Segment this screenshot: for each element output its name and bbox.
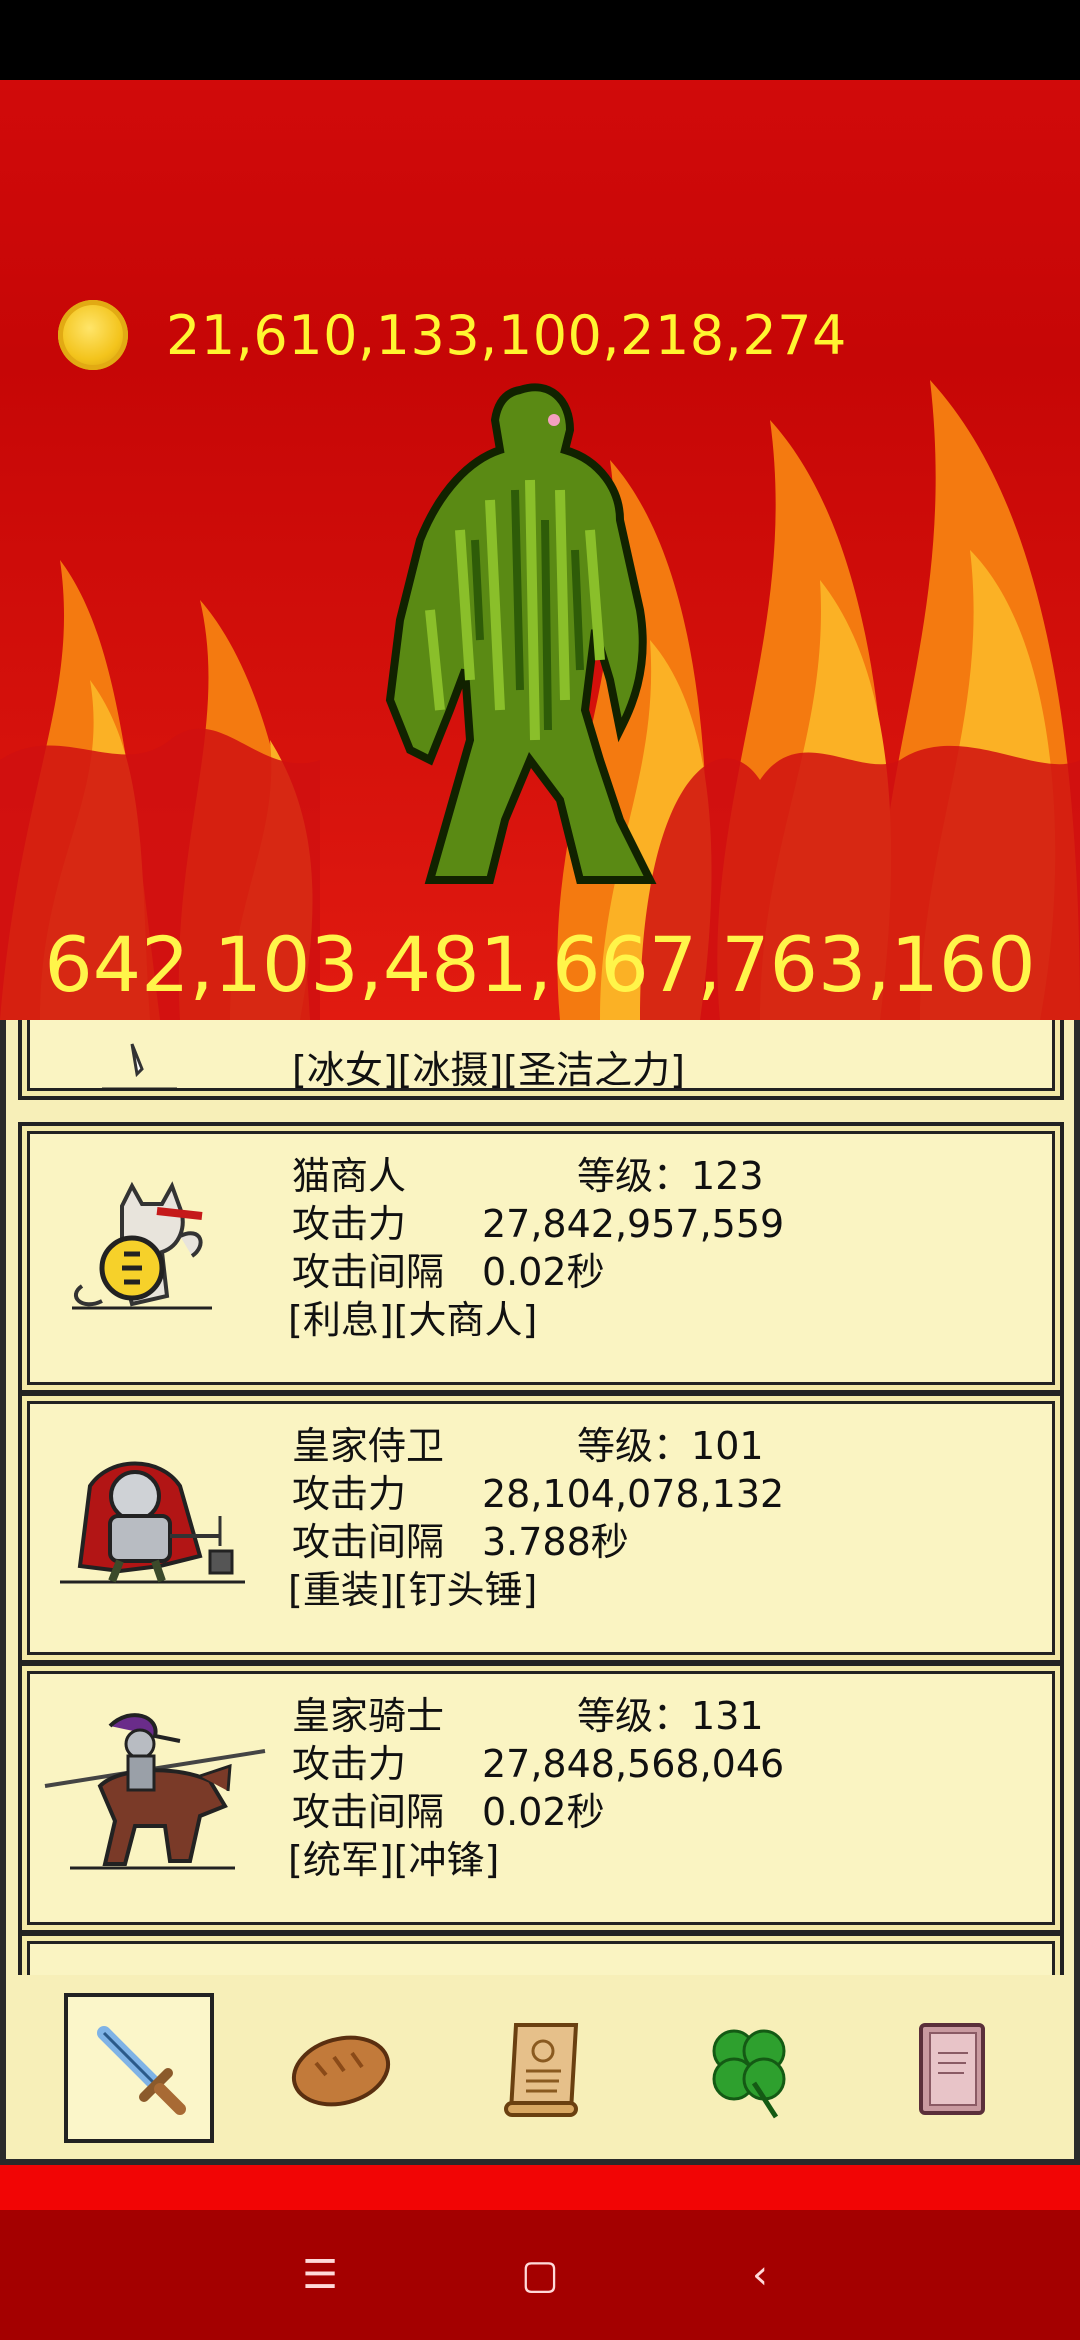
bread-icon xyxy=(291,2035,391,2107)
system-nav-bar: ☰ ▢ ‹ xyxy=(0,2210,1080,2340)
hero-traits: [利息][大商人] xyxy=(288,1298,538,1342)
hero-level-label: 等级： xyxy=(577,1694,692,1738)
clover-icon xyxy=(712,2029,786,2119)
interval-value: 3.788秒 xyxy=(482,1520,629,1564)
hero-stats: 猫商人 等级： 123 攻击力 27,842,957,559 攻击间隔 0.02秒 [利… xyxy=(288,1152,785,1344)
home-button[interactable]: ▢ xyxy=(430,2210,650,2340)
hero-name: 皇家侍卫 xyxy=(292,1424,445,1468)
tab-book[interactable] xyxy=(876,1993,1026,2143)
hero-level-label: 等级： xyxy=(577,1424,692,1468)
menu-button[interactable]: ☰ xyxy=(210,2210,430,2340)
tab-luck[interactable] xyxy=(674,1993,824,2143)
attack-label: 攻击力 xyxy=(292,1742,407,1786)
hero-stats: 皇家侍卫 等级： 101 攻击力 28,104,078,132 攻击间隔 3.788秒 … xyxy=(288,1422,785,1614)
book-icon xyxy=(919,2023,985,2115)
tab-food[interactable] xyxy=(266,1993,416,2143)
gold-counter: 21,610,133,100,218,274 xyxy=(58,295,847,375)
tab-heroes[interactable] xyxy=(64,1993,214,2143)
hero-card-partial[interactable] xyxy=(18,1932,1064,1975)
hero-level-label: 等级： xyxy=(577,1154,692,1198)
gold-amount: 21,610,133,100,218,274 xyxy=(166,303,847,367)
sword-icon xyxy=(97,2026,186,2115)
attack-label: 攻击力 xyxy=(292,1472,407,1516)
royal-knight-icon xyxy=(44,1713,266,1870)
cat-merchant-icon xyxy=(72,1181,212,1310)
hero-card-partial[interactable]: [冰女][冰摄][圣洁之力] xyxy=(18,1020,1064,1100)
battle-area[interactable]: 21,610,133,100,218,274 642,103,481,667,7… xyxy=(0,80,1080,1020)
hero-list[interactable]: [冰女][冰摄][圣洁之力] 猫商人 等级： 123 攻击力 27,842,957,5… xyxy=(0,1020,1080,1975)
status-bar xyxy=(0,0,1080,80)
royal-guard-icon xyxy=(60,1461,245,1584)
interval-label: 攻击间隔 xyxy=(292,1250,445,1294)
attack-label: 攻击力 xyxy=(292,1202,407,1246)
hero-level: 101 xyxy=(691,1424,764,1468)
interval-label: 攻击间隔 xyxy=(292,1790,445,1834)
hero-traits: [冰女][冰摄][圣洁之力] xyxy=(292,1048,685,1092)
hero-traits: [统军][冲锋] xyxy=(288,1838,500,1882)
hero-name: 猫商人 xyxy=(292,1154,407,1198)
hero-level: 131 xyxy=(691,1694,764,1738)
hero-traits: [重装][钉头锤] xyxy=(288,1568,538,1612)
attack-value: 28,104,078,132 xyxy=(482,1472,785,1516)
hero-card[interactable]: 皇家侍卫 等级： 101 攻击力 28,104,078,132 攻击间隔 3.788秒 … xyxy=(18,1392,1064,1664)
bottom-red-strip xyxy=(0,2165,1080,2210)
hero-card[interactable]: 皇家骑士 等级： 131 攻击力 27,848,568,046 攻击间隔 0.02秒 [… xyxy=(18,1662,1064,1934)
ice-woman-icon xyxy=(102,1043,177,1091)
monster-hp: 642,103,481,667,763,160 xyxy=(44,920,1036,1009)
interval-value: 0.02秒 xyxy=(482,1250,605,1294)
attack-value: 27,848,568,046 xyxy=(482,1742,785,1786)
bottom-tab-bar xyxy=(0,1975,1080,2165)
back-button[interactable]: ‹ xyxy=(650,2210,870,2340)
hero-stats: 皇家骑士 等级： 131 攻击力 27,848,568,046 攻击间隔 0.02秒 [… xyxy=(288,1692,785,1884)
tab-scroll[interactable] xyxy=(471,1993,621,2143)
hero-name: 皇家骑士 xyxy=(292,1694,445,1738)
green-moss-monster[interactable] xyxy=(370,380,710,890)
gold-coin-icon xyxy=(58,300,128,370)
interval-label: 攻击间隔 xyxy=(292,1520,445,1564)
attack-value: 27,842,957,559 xyxy=(482,1202,785,1246)
hero-level: 123 xyxy=(691,1154,764,1198)
scroll-icon xyxy=(504,2023,579,2117)
interval-value: 0.02秒 xyxy=(482,1790,605,1834)
hero-card[interactable]: 猫商人 等级： 123 攻击力 27,842,957,559 攻击间隔 0.02秒 [利… xyxy=(18,1122,1064,1394)
